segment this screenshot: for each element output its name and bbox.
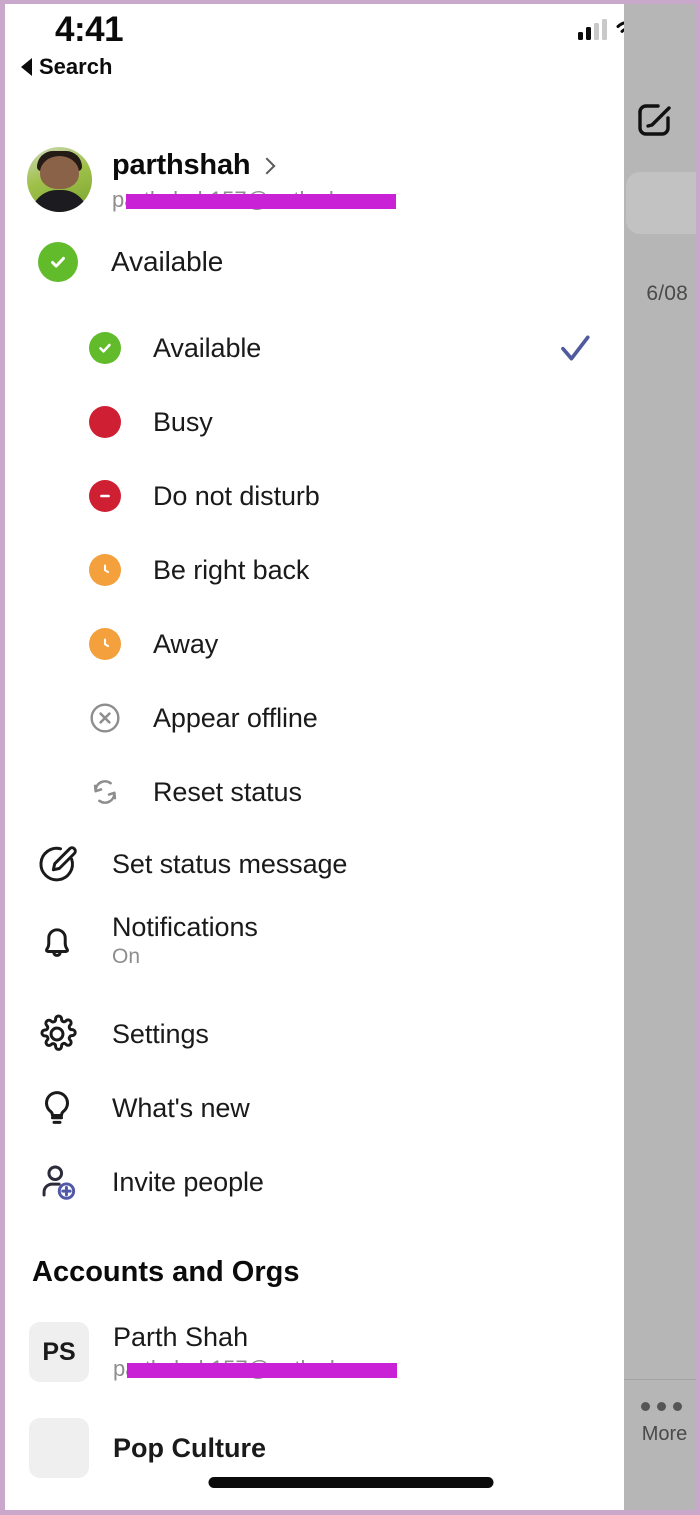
back-triangle-icon <box>21 58 32 76</box>
status-option-busy[interactable]: Busy <box>89 398 624 446</box>
account-row-pop-culture[interactable]: Pop Culture <box>29 1418 266 1478</box>
compose-icon[interactable] <box>636 102 672 138</box>
account-name: Parth Shah <box>113 1322 249 1352</box>
status-bar: 4:41 <box>5 4 624 56</box>
redaction-bar <box>126 194 396 209</box>
account-menu-panel: 4:41 Search parthshah Available Availabl… <box>5 4 624 1510</box>
status-option-label: Busy <box>153 406 213 437</box>
busy-dot-icon <box>89 406 121 438</box>
avatar-face <box>40 156 79 189</box>
status-option-label: Do not disturb <box>153 480 320 511</box>
status-option-label: Appear offline <box>153 702 318 733</box>
account-row-parth-shah[interactable]: PS Parth Shah parthshah157@outlook.com <box>29 1322 397 1382</box>
status-option-label: Available <box>153 332 262 363</box>
offline-x-circle-icon <box>89 702 121 734</box>
available-check-icon <box>38 242 78 282</box>
status-option-reset-status[interactable]: Reset status <box>89 768 624 816</box>
avatar[interactable] <box>27 147 92 212</box>
more-tab-label: More <box>641 1423 688 1445</box>
available-check-icon <box>89 332 121 364</box>
profile-header[interactable]: parthshah parthshah157@outlook.com <box>27 147 396 213</box>
menu-item-label: Set status message <box>112 848 348 879</box>
menu-item-label: What's new <box>112 1092 250 1123</box>
pencil-circle-icon <box>35 842 79 886</box>
profile-name: parthshah <box>112 149 251 181</box>
avatar-initials: PS <box>29 1322 89 1382</box>
status-option-away[interactable]: Away <box>89 620 624 668</box>
add-person-icon <box>35 1160 79 1204</box>
account-name: Pop Culture <box>113 1432 266 1463</box>
menu-item-settings[interactable]: Settings <box>35 1012 624 1056</box>
gear-icon <box>35 1012 79 1056</box>
current-status-label: Available <box>111 246 224 277</box>
menu-item-label: Invite people <box>112 1166 264 1197</box>
status-option-do-not-disturb[interactable]: Do not disturb <box>89 472 624 520</box>
ellipsis-icon <box>619 1402 696 1411</box>
clock-icon <box>89 628 121 660</box>
avatar-initials <box>29 1418 89 1478</box>
lightbulb-icon <box>35 1086 79 1130</box>
bell-icon <box>35 919 79 963</box>
menu-item-sublabel: On <box>112 945 141 968</box>
status-option-appear-offline[interactable]: Appear offline <box>89 694 624 742</box>
account-email: parthshah157@outlook.com <box>113 1356 397 1382</box>
background-app-strip: 6/08 More <box>619 4 696 1510</box>
menu-item-set-status-message[interactable]: Set status message <box>35 842 624 886</box>
menu-item-label: Notifications <box>112 912 258 942</box>
home-indicator[interactable] <box>208 1477 493 1488</box>
device-frame: 6/08 More 4:41 Search parthshah Availabl… <box>0 0 700 1515</box>
do-not-disturb-icon <box>89 480 121 512</box>
more-tab[interactable]: More <box>619 1402 696 1446</box>
status-option-be-right-back[interactable]: Be right back <box>89 546 624 594</box>
tabbar-divider <box>619 1379 696 1380</box>
profile-email: parthshah157@outlook.com <box>112 187 396 213</box>
current-status-row[interactable]: Available <box>38 242 624 282</box>
menu-item-notifications[interactable]: Notifications On <box>35 912 624 969</box>
message-date: 6/08 <box>646 282 688 305</box>
search-bar[interactable] <box>626 172 696 234</box>
status-option-label: Reset status <box>153 776 302 807</box>
status-option-label: Be right back <box>153 554 310 585</box>
redaction-bar <box>127 1363 397 1378</box>
status-option-available[interactable]: Available <box>89 324 624 372</box>
menu-item-invite-people[interactable]: Invite people <box>35 1160 624 1204</box>
menu-item-whats-new[interactable]: What's new <box>35 1086 624 1130</box>
accounts-section-title: Accounts and Orgs <box>32 1256 300 1288</box>
back-label: Search <box>39 54 113 79</box>
checkmark-icon <box>561 335 590 361</box>
wifi-icon <box>616 21 624 33</box>
cellular-signal-icon <box>578 19 607 40</box>
chevron-right-icon[interactable] <box>258 157 276 174</box>
avatar-body <box>31 190 88 212</box>
back-button[interactable]: Search <box>21 54 112 80</box>
clock-icon <box>89 554 121 586</box>
menu-item-label: Settings <box>112 1018 209 1049</box>
system-icons <box>578 19 624 40</box>
clock: 4:41 <box>55 10 124 49</box>
status-option-label: Away <box>153 628 219 659</box>
reset-refresh-icon <box>89 776 121 808</box>
